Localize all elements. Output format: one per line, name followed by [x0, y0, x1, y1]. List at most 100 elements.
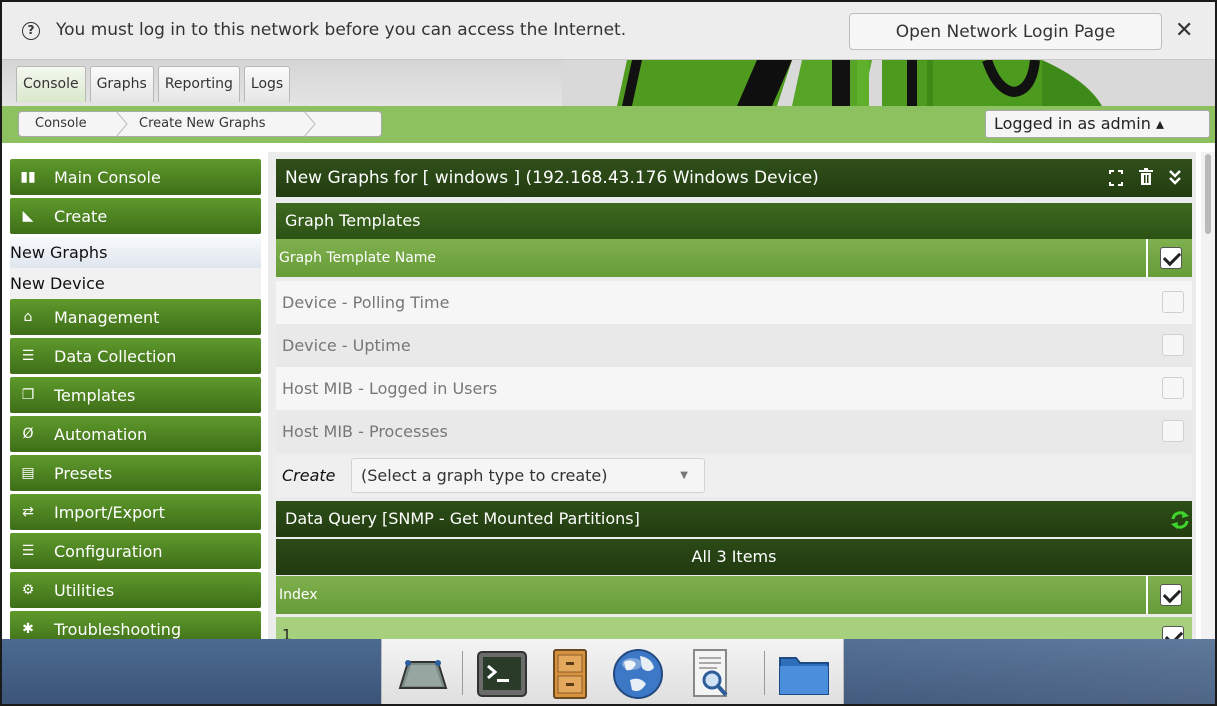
main-tabs: Console Graphs Reporting Logs	[16, 66, 291, 102]
sidebar-item-label: Main Console	[54, 167, 161, 187]
sidebar-item-label: Create	[54, 206, 108, 226]
graph-templates-heading: Graph Templates	[276, 203, 1192, 239]
expand-icon[interactable]	[1108, 159, 1124, 197]
sidebar-item-main-console[interactable]: ▮▮ Main Console	[10, 159, 261, 195]
home-icon: ⌂	[23, 309, 33, 325]
help-circle-icon: ?	[22, 22, 40, 40]
sidebar-item-label: Data Collection	[54, 346, 177, 366]
sidebar-item-label: Management	[54, 307, 160, 327]
show-desktop-icon[interactable]	[394, 646, 450, 702]
sidebar-item-presets[interactable]: ▤ Presets	[10, 455, 261, 491]
tab-logs[interactable]: Logs	[243, 66, 291, 102]
row-checkbox[interactable]	[1162, 377, 1184, 399]
dock-separator	[462, 651, 463, 695]
file-cabinet-icon[interactable]	[542, 646, 598, 702]
collapse-chevrons-icon[interactable]	[1168, 159, 1182, 197]
sidebar-item-label: Troubleshooting	[54, 619, 182, 639]
main-scrollbar[interactable]	[1201, 152, 1215, 642]
dock-separator	[764, 651, 765, 695]
table-row: Device - Polling Time	[276, 281, 1192, 324]
sidebar-item-automation[interactable]: Ø Automation	[10, 416, 261, 452]
create-label: Create	[282, 466, 336, 485]
dropdown-arrow-icon: ▼	[680, 470, 688, 481]
template-name: Device - Polling Time	[282, 293, 450, 312]
column-label: Graph Template Name	[279, 250, 437, 266]
create-graph-row: Create (Select a graph type to create) ▼	[276, 455, 1192, 497]
web-browser-globe-icon[interactable]	[610, 646, 666, 702]
bug-icon: ✱	[22, 621, 34, 637]
refresh-icon[interactable]	[1170, 510, 1190, 530]
sidebar-item-label: Configuration	[54, 541, 163, 561]
items-count-bar: All 3 Items	[276, 539, 1192, 575]
sidebar-item-label: Presets	[54, 463, 113, 483]
table-row: Device - Uptime	[276, 324, 1192, 367]
row-checkbox[interactable]	[1162, 420, 1184, 442]
table-row: Host MIB - Logged in Users	[276, 367, 1192, 410]
sidebar-nav: ▮▮ Main Console ◣ Create New Graphs New …	[10, 159, 261, 639]
empty-set-icon: Ø	[22, 426, 34, 442]
taskbar	[2, 639, 1215, 704]
chart-area-icon: ◣	[22, 208, 34, 224]
exchange-icon: ⇄	[22, 504, 34, 520]
graph-template-name-header: Graph Template Name	[276, 239, 1192, 277]
data-query-heading: Data Query [SNMP - Get Mounted Partition…	[276, 501, 1192, 537]
sidebar-item-label: Import/Export	[54, 502, 165, 522]
notification-message: You must log in to this network before y…	[56, 20, 627, 40]
row-checkbox[interactable]	[1162, 291, 1184, 313]
sidebar-item-configuration[interactable]: ☰ Configuration	[10, 533, 261, 569]
tab-graphs[interactable]: Graphs	[89, 66, 154, 102]
sliders-icon: ☰	[21, 543, 35, 559]
cogs-icon: ⚙	[21, 582, 35, 598]
trash-icon[interactable]	[1138, 159, 1154, 197]
select-all-templates-checkbox[interactable]	[1160, 247, 1182, 269]
sidebar-item-utilities[interactable]: ⚙ Utilities	[10, 572, 261, 608]
breadcrumb-console[interactable]: Console	[35, 116, 87, 131]
database-icon: ☰	[21, 348, 35, 364]
sidebar-subitem-new-device[interactable]: New Device	[10, 268, 261, 299]
sidebar-item-create[interactable]: ◣ Create	[10, 198, 261, 234]
sidebar-item-label: Templates	[54, 385, 136, 405]
column-label: Index	[279, 587, 318, 603]
screen-frame: ? You must log in to this network before…	[0, 0, 1217, 706]
template-name: Host MIB - Processes	[282, 422, 448, 441]
breadcrumb-bar: Console Create New Graphs Logged in as a…	[2, 106, 1215, 143]
breadcrumb: Console Create New Graphs	[18, 111, 382, 137]
main-content: New Graphs for [ windows ] (192.168.43.1…	[268, 152, 1196, 642]
network-login-notification: ? You must log in to this network before…	[2, 2, 1215, 60]
map-icon: ▮▮	[20, 169, 36, 185]
device-header: New Graphs for [ windows ] (192.168.43.1…	[276, 159, 1192, 197]
breadcrumb-separator-icon	[115, 111, 128, 137]
document-viewer-icon[interactable]	[682, 646, 738, 702]
breadcrumb-create-new-graphs[interactable]: Create New Graphs	[139, 116, 265, 131]
sidebar-item-management[interactable]: ⌂ Management	[10, 299, 261, 335]
open-network-login-button[interactable]: Open Network Login Page	[849, 13, 1162, 50]
close-icon[interactable]: ✕	[1175, 18, 1193, 43]
scrollbar-thumb[interactable]	[1205, 154, 1211, 234]
graph-type-selected: (Select a graph type to create)	[361, 466, 608, 485]
tab-reporting[interactable]: Reporting	[157, 66, 240, 102]
template-name: Device - Uptime	[282, 336, 411, 355]
folder-icon[interactable]	[776, 646, 832, 702]
clone-icon: ❐	[21, 387, 35, 403]
data-query-title: Data Query [SNMP - Get Mounted Partition…	[285, 509, 640, 528]
sidebar-item-troubleshooting[interactable]: ✱ Troubleshooting	[10, 611, 261, 639]
sidebar-item-data-collection[interactable]: ☰ Data Collection	[10, 338, 261, 374]
user-menu[interactable]: Logged in as admin ▴	[985, 110, 1210, 138]
index-column-header: Index	[276, 576, 1192, 614]
breadcrumb-separator-icon	[303, 111, 316, 137]
sidebar-item-templates[interactable]: ❐ Templates	[10, 377, 261, 413]
tab-console[interactable]: Console	[16, 66, 86, 102]
header-banner: Console Graphs Reporting Logs	[2, 60, 1215, 106]
terminal-icon[interactable]	[474, 646, 530, 702]
header-tools	[1108, 159, 1182, 197]
sidebar-item-import-export[interactable]: ⇄ Import/Export	[10, 494, 261, 530]
sidebar-item-label: Utilities	[54, 580, 115, 600]
archive-icon: ▤	[21, 465, 35, 481]
table-row: Host MIB - Processes	[276, 410, 1192, 453]
select-all-items-checkbox[interactable]	[1160, 584, 1182, 606]
sidebar-item-label: Automation	[54, 424, 148, 444]
taskbar-decoration	[837, 639, 1215, 704]
sidebar-subitem-new-graphs[interactable]: New Graphs	[10, 237, 261, 268]
graph-type-select[interactable]: (Select a graph type to create) ▼	[351, 458, 705, 493]
row-checkbox[interactable]	[1162, 334, 1184, 356]
